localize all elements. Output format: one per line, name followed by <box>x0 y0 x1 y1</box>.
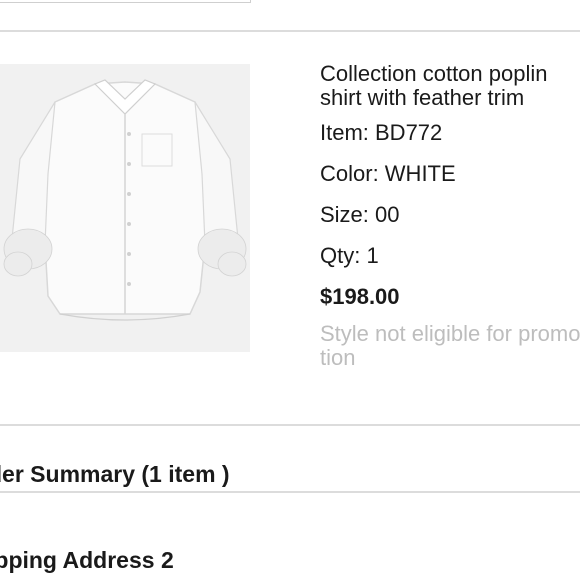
product-title[interactable]: Collection cotton poplin shirt with feat… <box>320 62 580 110</box>
product-quantity: Qty: 1 <box>320 243 379 268</box>
shipping-address-heading[interactable]: ipping Address 2 <box>0 547 174 574</box>
order-summary-heading[interactable]: der Summary (1 item ) <box>0 461 230 488</box>
section-divider <box>0 491 580 493</box>
previous-section-box <box>0 0 251 3</box>
order-detail-page: Collection cotton poplin shirt with feat… <box>0 0 580 580</box>
product-item-number: Item: BD772 <box>320 120 443 145</box>
product-details: Collection cotton poplin shirt with feat… <box>320 62 580 370</box>
promo-eligibility-note: Style not eligible for promotion <box>320 321 580 370</box>
product-color: Color: WHITE <box>320 161 456 186</box>
section-divider <box>0 424 580 426</box>
shirt-image <box>0 64 250 352</box>
product-price: $198.00 <box>320 284 400 309</box>
product-size: Size: 00 <box>320 202 400 227</box>
product-image[interactable] <box>0 64 250 352</box>
section-divider <box>0 30 580 32</box>
